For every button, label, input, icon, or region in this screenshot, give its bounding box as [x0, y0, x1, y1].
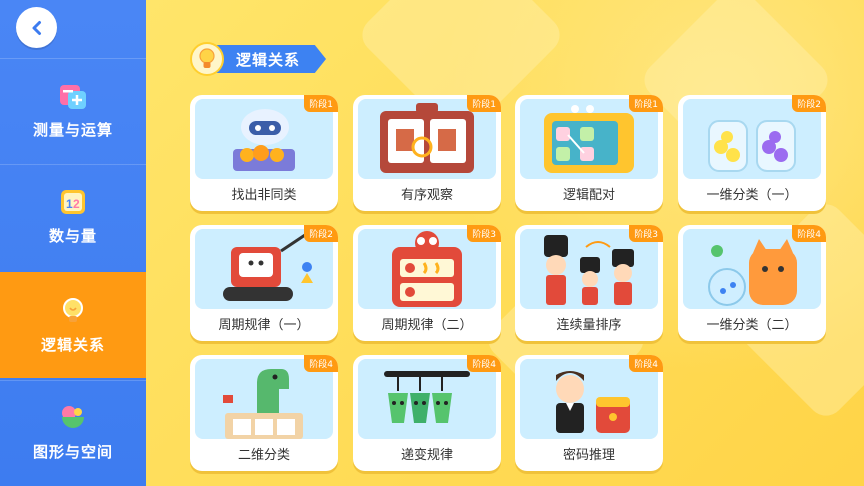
- stage-badge: 阶段3: [629, 225, 663, 242]
- lesson-card-continuous-ordering[interactable]: 阶段3 连续量排序: [515, 225, 663, 341]
- sidebar-item-measure[interactable]: 测量与运算: [0, 58, 146, 162]
- ruler-plus-icon: [60, 85, 86, 109]
- sidebar-item-label: 逻辑关系: [40, 335, 105, 354]
- lesson-card-periodic-pattern-1[interactable]: 阶段2 周期规律（一）: [190, 225, 338, 341]
- lesson-card-find-odd[interactable]: 阶段1 找出非同类: [190, 95, 338, 211]
- lesson-title: 有序观察: [400, 188, 453, 203]
- svg-text:1: 1: [66, 197, 73, 211]
- sidebar: 测量与运算 1 2 数与量 逻辑关系 图形与空间: [0, 0, 146, 486]
- lesson-card-periodic-pattern-2[interactable]: 阶段3 周期规律（二）: [353, 225, 501, 341]
- lesson-title: 逻辑配对: [562, 188, 615, 203]
- sidebar-item-label: 图形与空间: [32, 443, 113, 461]
- lesson-card-logic-pairing[interactable]: 阶段1 逻辑配对: [515, 95, 663, 211]
- sidebar-item-label: 数与量: [48, 227, 97, 245]
- lesson-card-ordered-observation[interactable]: 阶段1 有序观察: [353, 95, 501, 211]
- stage-badge: 阶段2: [304, 225, 338, 242]
- number-blocks-icon: 1 2: [61, 190, 85, 214]
- sidebar-item-logic[interactable]: 逻辑关系: [0, 272, 146, 378]
- stage-badge: 阶段2: [792, 95, 826, 112]
- lesson-title: 递变规律: [400, 448, 453, 463]
- lesson-card-1d-classification-2[interactable]: 阶段4 一维分类（二）: [678, 225, 826, 341]
- lightbulb-icon: [190, 42, 224, 76]
- back-button[interactable]: [16, 7, 57, 48]
- section-title: 逻辑关系: [214, 45, 327, 73]
- lesson-card-2d-classification[interactable]: 阶段4 二维分类: [190, 355, 338, 471]
- stage-badge: 阶段3: [467, 225, 501, 242]
- lightbulb-icon: [63, 297, 83, 322]
- stage-badge: 阶段1: [467, 95, 501, 112]
- stage-badge: 阶段4: [629, 355, 663, 372]
- sidebar-item-label: 测量与运算: [32, 121, 113, 139]
- sidebar-item-numbers[interactable]: 1 2 数与量: [0, 164, 146, 268]
- lesson-title: 一维分类（一）: [706, 188, 798, 203]
- lesson-title: 周期规律（一）: [218, 318, 310, 333]
- lesson-title: 密码推理: [562, 448, 615, 463]
- stage-badge: 阶段4: [304, 355, 338, 372]
- main-content: 逻辑关系 阶段1 找出非同类 阶段1 有序观察 阶段1 逻辑配对 阶段2 一维分…: [146, 0, 864, 486]
- stage-badge: 阶段1: [304, 95, 338, 112]
- shapes-icon: [62, 406, 84, 428]
- lesson-card-password-reasoning[interactable]: 阶段4 密码推理: [515, 355, 663, 471]
- section-header: 逻辑关系: [190, 42, 327, 76]
- stage-badge: 阶段4: [792, 225, 826, 242]
- lesson-title: 一维分类（二）: [706, 318, 798, 333]
- lesson-title: 找出非同类: [231, 188, 297, 203]
- lesson-title: 周期规律（二）: [381, 318, 473, 333]
- stage-badge: 阶段4: [467, 355, 501, 372]
- lesson-card-1d-classification-1[interactable]: 阶段2 一维分类（一）: [678, 95, 826, 211]
- lesson-title: 二维分类: [237, 448, 290, 463]
- chevron-left-icon: [32, 20, 41, 35]
- lesson-card-gradual-pattern[interactable]: 阶段4 递变规律: [353, 355, 501, 471]
- sidebar-item-shapes[interactable]: 图形与空间: [0, 380, 146, 484]
- stage-badge: 阶段1: [629, 95, 663, 112]
- lesson-title: 连续量排序: [556, 318, 622, 333]
- svg-text:2: 2: [73, 197, 80, 211]
